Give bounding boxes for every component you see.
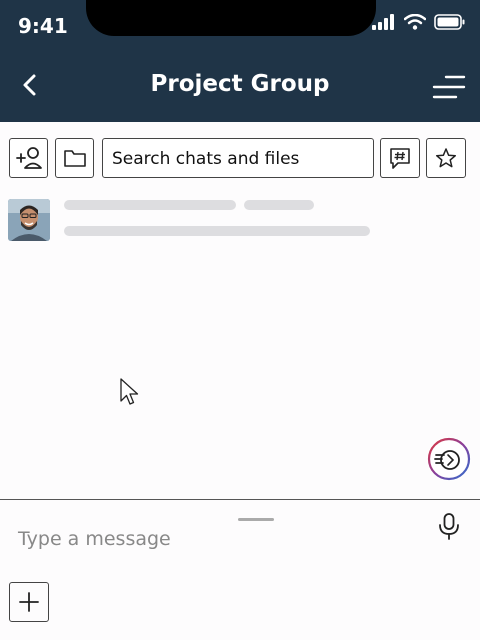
microphone-icon <box>439 513 459 540</box>
favorites-button[interactable] <box>426 138 466 178</box>
attach-button[interactable] <box>9 582 49 622</box>
avatar <box>8 199 50 241</box>
person-photo-icon <box>8 199 50 241</box>
search-input[interactable]: Search chats and files <box>102 138 374 178</box>
plus-icon <box>19 592 39 612</box>
skeleton-time <box>244 200 314 210</box>
skeleton-preview <box>64 226 370 236</box>
drag-handle[interactable] <box>238 518 274 521</box>
signal-icon <box>372 14 394 30</box>
mouse-cursor-icon <box>120 378 139 405</box>
chat-toolbar: Search chats and files <box>0 138 480 182</box>
status-time: 9:41 <box>18 14 68 38</box>
mic-button[interactable] <box>436 512 462 542</box>
app-header: Project Group <box>0 52 480 122</box>
channels-button[interactable] <box>380 138 420 178</box>
status-bar: 9:41 <box>0 0 480 52</box>
menu-button[interactable] <box>432 74 466 100</box>
hashtag-chat-icon <box>390 148 410 169</box>
star-icon <box>435 148 457 168</box>
express-button[interactable] <box>427 437 471 481</box>
files-button[interactable] <box>55 138 94 178</box>
message-input[interactable]: Type a message <box>18 528 398 550</box>
express-icon <box>427 437 471 481</box>
wifi-icon <box>404 14 426 30</box>
device-notch <box>86 0 376 36</box>
battery-icon <box>434 14 465 30</box>
add-member-button[interactable] <box>9 138 48 178</box>
system-icons <box>372 14 466 30</box>
add-person-icon <box>15 147 42 169</box>
message-composer: Type a message <box>0 499 480 640</box>
page-title: Project Group <box>150 71 330 97</box>
skeleton-name <box>64 200 236 210</box>
folder-icon <box>63 150 86 167</box>
menu-icon <box>432 75 466 99</box>
chat-list-item[interactable] <box>8 199 478 243</box>
